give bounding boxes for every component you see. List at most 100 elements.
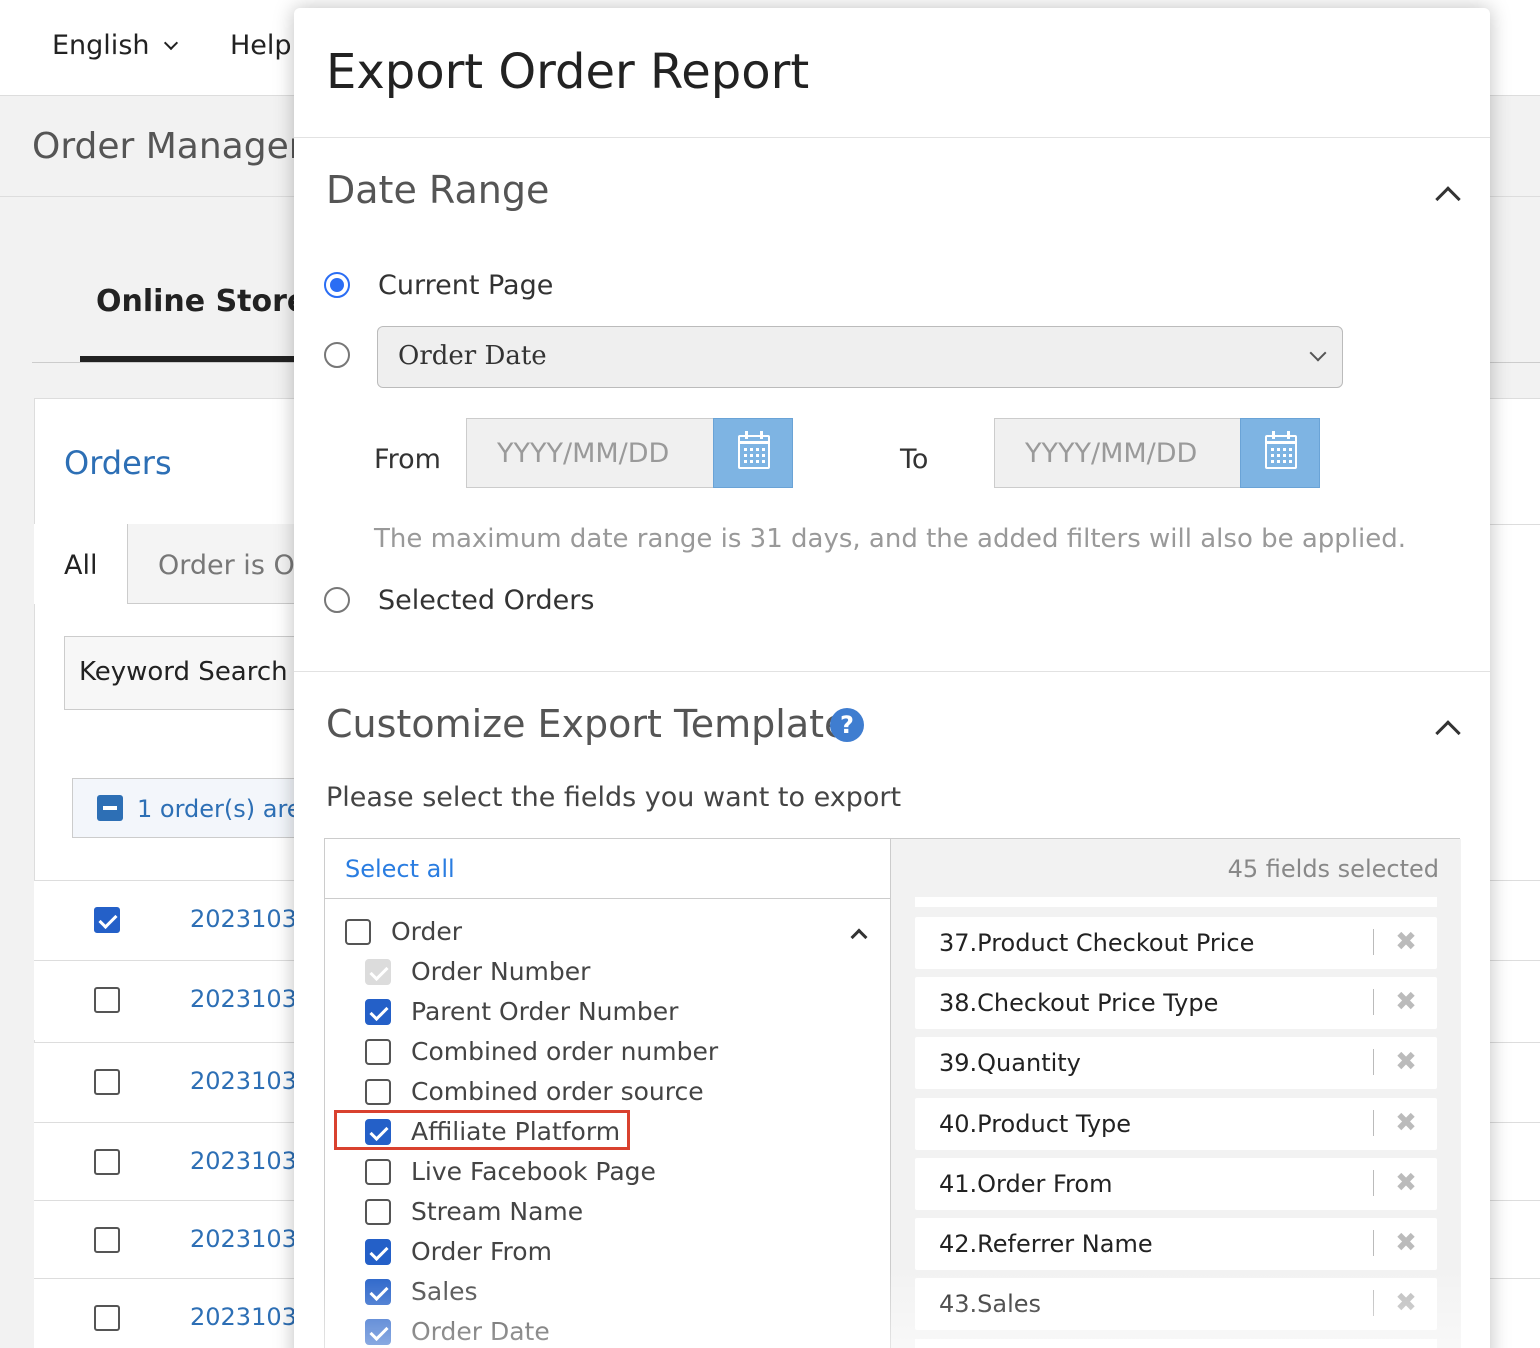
tab-online-store[interactable]: Online Store [96,284,307,319]
separator [1373,989,1374,1016]
selected-field-item[interactable]: 41.Order From ✖ [915,1157,1437,1210]
field-label[interactable]: Combined order number [411,1037,718,1066]
chevron-up-icon[interactable] [850,928,868,946]
field-label[interactable]: Order From [411,1237,552,1266]
selected-field-label: 40.Product Type [939,1109,1132,1138]
field-label[interactable]: Parent Order Number [411,997,678,1026]
chevron-down-icon [1309,344,1327,362]
date-range-title: Date Range [326,168,550,212]
available-fields-header: Select all [325,839,891,899]
export-order-report-modal: Export Order Report Date Range Current P… [294,8,1490,1348]
filter-tab-label: All [64,550,98,581]
remove-icon[interactable]: ✖ [1393,1290,1419,1316]
field-checkbox[interactable] [365,1239,391,1265]
remove-icon[interactable]: ✖ [1393,1230,1419,1256]
highlight-box [334,1110,630,1150]
remove-icon[interactable]: ✖ [1393,1049,1419,1075]
selected-field-item[interactable]: 38.Checkout Price Type ✖ [915,977,1437,1030]
divider [294,137,1490,138]
selected-field-item[interactable]: 42.Referrer Name ✖ [915,1218,1437,1270]
separator [1373,1049,1374,1076]
selected-field-partial [915,897,1437,907]
field-checkbox[interactable] [365,1079,391,1105]
date-type-value: Order Date [398,341,547,371]
chevron-down-icon [164,35,179,51]
selected-field-label: 39.Quantity [939,1049,1081,1078]
divider [294,671,1490,672]
select-all-link[interactable]: Select all [345,855,455,883]
field-label[interactable]: Combined order source [411,1077,704,1106]
radio-current-page[interactable] [324,272,350,298]
minus-checkbox-icon[interactable] [97,795,123,821]
date-range-hint: The maximum date range is 31 days, and t… [374,524,1407,554]
row-checkbox[interactable] [94,907,120,933]
field-label[interactable]: Stream Name [411,1197,583,1226]
fields-selected-count: 45 fields selected [1227,855,1439,883]
field-checkbox[interactable] [365,1199,391,1225]
selected-field-label: 43.Sales [939,1290,1042,1319]
remove-icon[interactable]: ✖ [1393,989,1419,1015]
language-selector[interactable]: English [52,30,179,61]
selected-field-item[interactable]: 37.Product Checkout Price ✖ [915,917,1437,969]
field-checkbox[interactable] [365,999,391,1025]
template-subtitle: Please select the fields you want to exp… [326,782,902,813]
from-calendar-button[interactable] [713,418,793,488]
row-checkbox[interactable] [94,1227,120,1253]
chevron-up-icon[interactable] [1435,186,1461,212]
field-picker: Select all Order Order Number Parent Order… [324,838,1461,1348]
selected-field-label: 37.Product Checkout Price [939,929,1255,957]
field-checkbox[interactable] [365,1159,391,1185]
field-checkbox[interactable] [365,1039,391,1065]
search-placeholder: Keyword Search [79,657,288,687]
to-calendar-button[interactable] [1240,418,1320,488]
field-checkbox[interactable] [365,1319,391,1345]
selected-field-label: 38.Checkout Price Type [939,989,1219,1018]
field-checkbox[interactable] [365,1279,391,1305]
remove-icon[interactable]: ✖ [1393,1110,1419,1136]
remove-icon[interactable]: ✖ [1393,1170,1419,1196]
row-checkbox[interactable] [94,1149,120,1175]
date-type-select[interactable]: Order Date [377,326,1343,388]
field-label[interactable]: Order Number [411,957,590,986]
remove-icon[interactable]: ✖ [1393,929,1419,955]
separator [1373,929,1374,955]
selected-field-label: 41.Order From [939,1169,1113,1198]
help-icon[interactable]: ? [830,708,864,742]
help-link[interactable]: Help [230,30,292,61]
separator [1373,1290,1374,1317]
row-checkbox[interactable] [94,987,120,1013]
radio-current-page-label: Current Page [378,270,554,301]
radio-selected-orders[interactable] [324,587,350,613]
selected-field-item[interactable]: 43.Sales ✖ [915,1278,1437,1331]
separator [1373,1169,1374,1196]
group-label-order: Order [391,917,463,946]
selected-field-item[interactable]: 39.Quantity ✖ [915,1037,1437,1090]
selected-fields-panel: 45 fields selected 37.Product Checkout P… [891,839,1461,1348]
modal-title: Export Order Report [326,44,810,100]
radio-date-range[interactable] [324,342,350,368]
filter-tab-all[interactable]: All [34,524,128,604]
row-checkbox[interactable] [94,1305,120,1331]
from-date-input[interactable] [466,418,714,488]
field-label[interactable]: Live Facebook Page [411,1157,656,1186]
field-label[interactable]: Sales [411,1277,478,1306]
customize-template-title: Customize Export Template [326,702,848,746]
from-label: From [374,444,441,475]
language-label: English [52,30,150,61]
to-date-input[interactable] [994,418,1242,488]
group-checkbox-order[interactable] [345,919,371,945]
field-label[interactable]: Order Date [411,1317,550,1346]
row-checkbox[interactable] [94,1069,120,1095]
separator [1373,1109,1374,1136]
available-fields-panel: Select all Order Order Number Parent Order… [325,839,891,1348]
selected-field-partial [915,1339,1437,1348]
chevron-up-icon[interactable] [1435,720,1461,746]
page-title: Order Managem [32,126,324,167]
orders-heading: Orders [64,444,172,482]
to-label: To [900,444,929,475]
field-checkbox [365,959,391,985]
separator [1373,1230,1374,1256]
selected-field-item[interactable]: 40.Product Type ✖ [915,1097,1437,1150]
selected-field-label: 42.Referrer Name [939,1230,1153,1258]
radio-selected-orders-label: Selected Orders [378,585,595,616]
